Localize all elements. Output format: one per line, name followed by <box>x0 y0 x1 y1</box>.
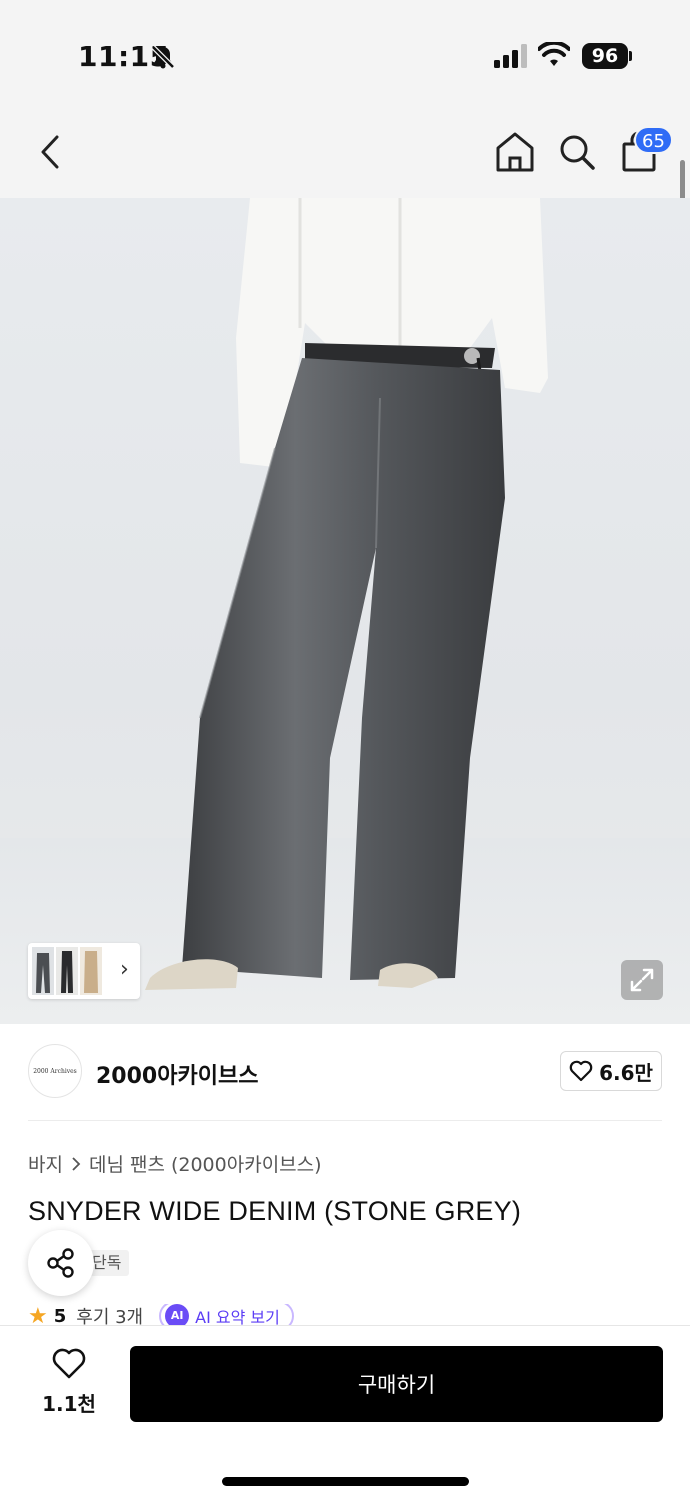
brand-name[interactable]: 2000아카이브스 <box>96 1058 258 1090</box>
breadcrumb-subcategory[interactable]: 데님 팬츠 (2000아카이브스) <box>89 1150 322 1177</box>
share-button[interactable] <box>28 1230 94 1296</box>
heart-icon <box>569 1060 593 1082</box>
wishlist-button[interactable]: 1.1천 <box>30 1348 108 1418</box>
top-nav-bar <box>0 110 690 198</box>
brand-logo[interactable]: 2000 Archives <box>28 1044 82 1098</box>
image-thumbnail-strip[interactable]: › <box>28 943 140 999</box>
thumbnail-image-3[interactable] <box>80 947 102 995</box>
cellular-signal-icon <box>494 44 527 68</box>
breadcrumb-category[interactable]: 바지 <box>28 1150 63 1177</box>
breadcrumb: 바지 데님 팬츠 (2000아카이브스) <box>28 1150 322 1177</box>
brand-logo-text: 2000 Archives <box>33 1067 77 1075</box>
home-indicator[interactable] <box>222 1477 469 1486</box>
home-icon <box>496 132 534 172</box>
wishlist-count: 1.1천 <box>42 1392 96 1416</box>
battery-tip <box>629 51 632 61</box>
search-button[interactable] <box>556 130 598 174</box>
product-image[interactable]: › <box>0 198 690 1024</box>
search-icon <box>560 135 595 170</box>
divider <box>28 1120 662 1121</box>
cart-count-badge: 65 <box>634 126 673 154</box>
thumbnail-image-1[interactable] <box>32 947 54 995</box>
heart-outline-icon <box>52 1348 86 1379</box>
share-icon <box>47 1248 74 1278</box>
brand-like-button[interactable]: 6.6만 <box>560 1051 662 1091</box>
thumbnail-image-2[interactable] <box>56 947 78 995</box>
buy-button[interactable]: 구매하기 <box>130 1346 663 1422</box>
wifi-icon <box>538 42 570 66</box>
expand-icon <box>630 968 654 992</box>
brand-row[interactable]: 2000 Archives 2000아카이브스 6.6만 <box>0 1024 690 1120</box>
rating-score: 5 <box>53 1305 67 1327</box>
product-photo-model <box>0 198 690 1024</box>
product-title: SNYDER WIDE DENIM (STONE GREY) <box>28 1196 522 1226</box>
home-button[interactable] <box>494 130 536 174</box>
chevron-left-icon <box>41 135 59 169</box>
status-bar: 11:15 96 <box>0 0 690 110</box>
expand-image-button[interactable] <box>621 960 663 1000</box>
back-button[interactable] <box>30 128 70 176</box>
bottom-action-bar: 1.1천 구매하기 <box>0 1325 690 1500</box>
battery-indicator: 96 <box>582 43 628 69</box>
chevron-right-icon[interactable]: › <box>120 957 129 982</box>
brand-like-count: 6.6만 <box>599 1060 653 1085</box>
chevron-right-icon <box>72 1156 81 1171</box>
bell-muted-icon <box>151 45 175 69</box>
